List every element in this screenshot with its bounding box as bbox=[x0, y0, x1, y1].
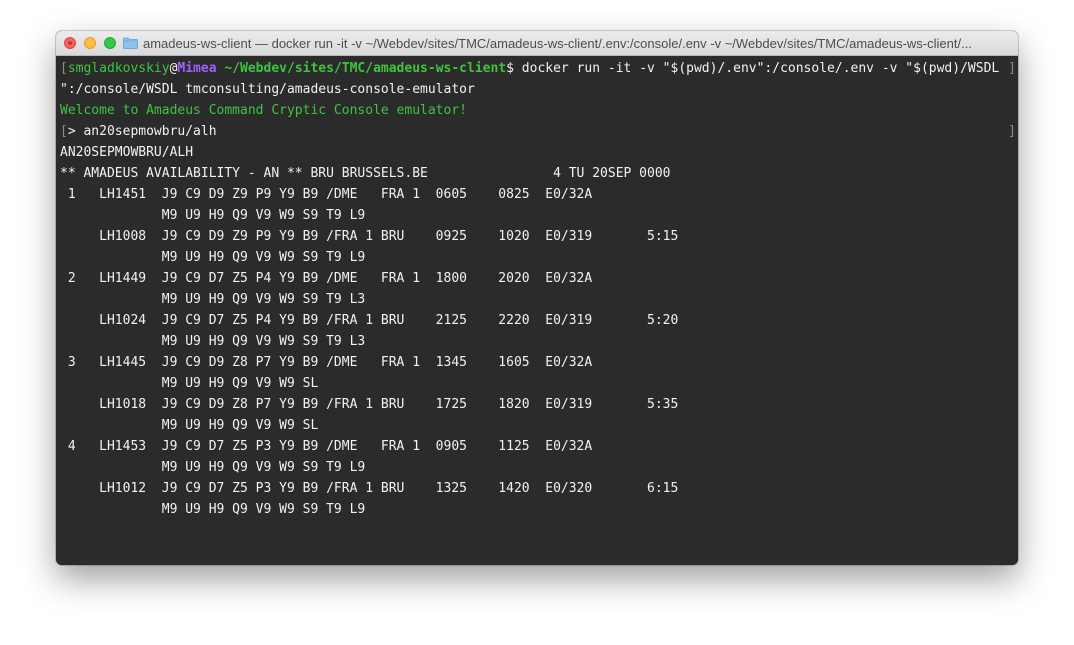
availability-row: 1 LH1451 J9 C9 D9 Z9 P9 Y9 B9 /DME FRA 1… bbox=[60, 187, 593, 202]
close-icon[interactable] bbox=[64, 37, 76, 49]
availability-row: M9 U9 H9 Q9 V9 W9 SL bbox=[60, 418, 319, 433]
input-line: [> an20sepmowbru/alh] bbox=[60, 121, 1018, 142]
availability-row: M9 U9 H9 Q9 V9 W9 S9 T9 L3 bbox=[60, 334, 366, 349]
availability-row: 3 LH1445 J9 C9 D9 Z8 P7 Y9 B9 /DME FRA 1… bbox=[60, 355, 593, 370]
command-continuation: ":/console/WSDL tmconsulting/amadeus-con… bbox=[60, 82, 475, 97]
title-bar[interactable]: amadeus-ws-client — docker run -it -v ~/… bbox=[56, 31, 1018, 56]
terminal-window: amadeus-ws-client — docker run -it -v ~/… bbox=[56, 31, 1018, 565]
prompt-path: ~/Webdev/sites/TMC/amadeus-ws-client bbox=[224, 61, 507, 76]
prompt-dollar: $ bbox=[506, 61, 514, 76]
welcome-message: Welcome to Amadeus Command Cryptic Conso… bbox=[60, 103, 467, 118]
line-marker-right: ] bbox=[1008, 61, 1016, 76]
prompt-host: Mimea bbox=[177, 61, 217, 76]
availability-row: M9 U9 H9 Q9 V9 W9 S9 T9 L9 bbox=[60, 208, 366, 223]
availability-row: M9 U9 H9 Q9 V9 W9 SL bbox=[60, 376, 319, 391]
availability-header: ** AMADEUS AVAILABILITY - AN ** BRU BRUS… bbox=[60, 166, 671, 181]
terminal-output[interactable]: [smgladkovskiy@Mimea ~/Webdev/sites/TMC/… bbox=[56, 56, 1018, 565]
prompt-user: smgladkovskiy bbox=[67, 61, 170, 76]
line-marker-right: ] bbox=[1008, 124, 1016, 139]
availability-row: M9 U9 H9 Q9 V9 W9 S9 T9 L9 bbox=[60, 502, 366, 517]
availability-row: M9 U9 H9 Q9 V9 W9 S9 T9 L3 bbox=[60, 292, 366, 307]
input-command: an20sepmowbru/alh bbox=[83, 124, 217, 139]
line-marker: [ bbox=[60, 61, 68, 76]
availability-row: LH1008 J9 C9 D9 Z9 P9 Y9 B9 /FRA 1 BRU 0… bbox=[60, 229, 679, 244]
availability-row: M9 U9 H9 Q9 V9 W9 S9 T9 L9 bbox=[60, 250, 366, 265]
availability-row: LH1024 J9 C9 D7 Z5 P4 Y9 B9 /FRA 1 BRU 2… bbox=[60, 313, 679, 328]
availability-row: LH1012 J9 C9 D7 Z5 P3 Y9 B9 /FRA 1 BRU 1… bbox=[60, 481, 679, 496]
minimize-icon[interactable] bbox=[84, 37, 96, 49]
availability-row: 2 LH1449 J9 C9 D7 Z5 P4 Y9 B9 /DME FRA 1… bbox=[60, 271, 593, 286]
folder-icon bbox=[123, 37, 138, 49]
availability-row: LH1018 J9 C9 D9 Z8 P7 Y9 B9 /FRA 1 BRU 1… bbox=[60, 397, 679, 412]
prompt-line: [smgladkovskiy@Mimea ~/Webdev/sites/TMC/… bbox=[60, 58, 1018, 79]
availability-row: M9 U9 H9 Q9 V9 W9 S9 T9 L9 bbox=[60, 460, 366, 475]
line-marker: [ bbox=[60, 124, 68, 139]
window-title: amadeus-ws-client — docker run -it -v ~/… bbox=[143, 36, 972, 51]
output-echo: AN20SEPMOWBRU/ALH bbox=[60, 145, 194, 160]
maximize-icon[interactable] bbox=[104, 37, 116, 49]
availability-row: 4 LH1453 J9 C9 D7 Z5 P3 Y9 B9 /DME FRA 1… bbox=[60, 439, 593, 454]
input-prefix: > bbox=[67, 124, 84, 139]
command-text: docker run -it -v "$(pwd)/.env":/console… bbox=[513, 61, 1000, 76]
